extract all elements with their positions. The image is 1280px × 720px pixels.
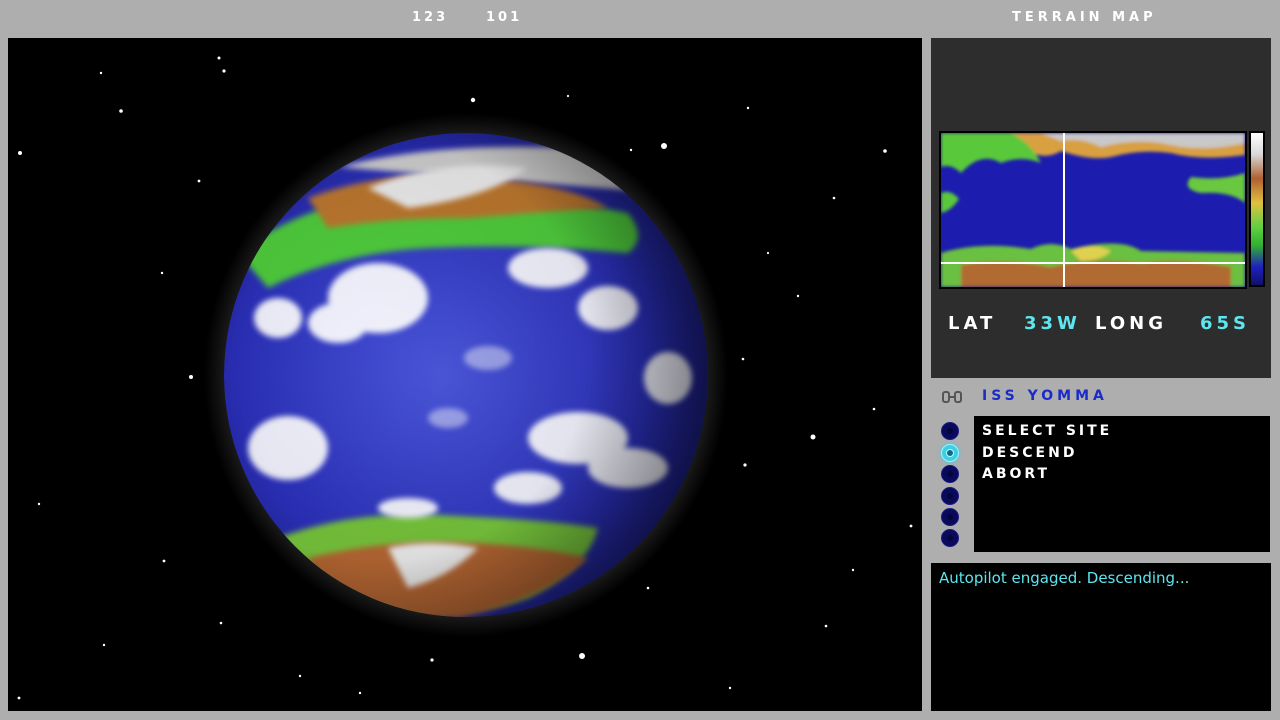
menu-radio-4[interactable] (941, 487, 959, 505)
menu-radio-6[interactable] (941, 529, 959, 547)
menu-radio-1[interactable] (941, 422, 959, 440)
space-viewport[interactable] (8, 38, 922, 711)
terrain-map-title: TERRAIN MAP (1012, 10, 1157, 25)
menu-item-abort[interactable]: ABORT (982, 466, 1050, 482)
menu-item-select-site[interactable]: SELECT SITE (982, 423, 1112, 439)
latitude-label: LAT (948, 313, 997, 334)
coordinate-readout-x: 123 (412, 10, 449, 25)
menu-radio-3[interactable] (941, 465, 959, 483)
planet-scene (17, 56, 913, 700)
log-message: Autopilot engaged. Descending... (939, 569, 1190, 587)
coordinate-readout-y: 101 (486, 10, 523, 25)
command-menu: SELECT SITE DESCEND ABORT (974, 416, 1270, 552)
terrain-minimap[interactable] (939, 131, 1247, 289)
menu-radio-2[interactable] (941, 444, 959, 462)
ship-icon (942, 389, 962, 405)
elevation-legend-bar (1249, 131, 1265, 287)
terrain-map-graphic (941, 133, 1245, 287)
menu-radio-5[interactable] (941, 508, 959, 526)
menu-item-descend[interactable]: DESCEND (982, 445, 1077, 461)
terrain-map-panel: LAT 33W LONG 65S (931, 38, 1271, 378)
longitude-label: LONG (1095, 313, 1167, 334)
latitude-value: 33W (1024, 313, 1081, 334)
ship-name: ISS YOMMA (982, 388, 1108, 404)
longitude-value: 65S (1200, 313, 1251, 334)
message-log-panel: Autopilot engaged. Descending... (931, 563, 1271, 711)
